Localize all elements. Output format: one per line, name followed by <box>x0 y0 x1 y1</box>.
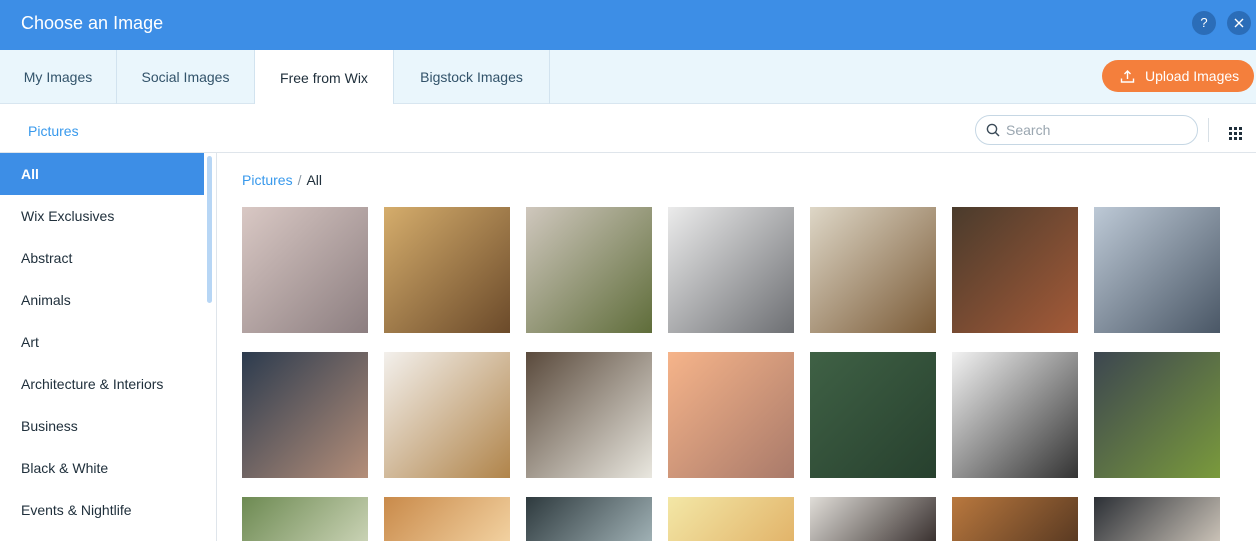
image-thumbnail-wood-logs[interactable] <box>952 497 1078 541</box>
image-thumbnail-window-view[interactable] <box>526 497 652 541</box>
upload-images-button[interactable]: Upload Images <box>1102 60 1254 92</box>
image-thumbnail-field-notes-map[interactable] <box>810 207 936 333</box>
breadcrumb-pictures-link[interactable]: Pictures <box>242 172 293 188</box>
image-thumbnail-pink-petals[interactable] <box>668 352 794 478</box>
sidebar-item-all[interactable]: All <box>0 153 204 195</box>
category-sidebar: All Wix Exclusives Abstract Animals Art … <box>0 153 217 541</box>
tab-bigstock-images[interactable]: Bigstock Images <box>394 50 550 104</box>
image-thumbnail-paint-bottles[interactable] <box>668 207 794 333</box>
image-thumbnail-people-office[interactable] <box>810 497 936 541</box>
sidebar-scrollbar[interactable] <box>207 156 212 303</box>
image-thumbnail-tea-leaves[interactable] <box>1094 352 1220 478</box>
sidebar-item-events-nightlife[interactable]: Events & Nightlife <box>0 489 204 531</box>
image-thumbnail-cooking-eggs-asparagus[interactable] <box>526 207 652 333</box>
dialog-title: Choose an Image <box>21 13 164 33</box>
breadcrumb-separator: / <box>297 172 302 188</box>
image-thumbnail-friends-bokeh[interactable] <box>384 497 510 541</box>
image-thumbnail-city-lights[interactable] <box>1094 497 1220 541</box>
image-thumbnail-granola-blueberries[interactable] <box>384 352 510 478</box>
pictures-section-link[interactable]: Pictures <box>28 123 79 139</box>
image-thumbnail-yellow-room[interactable] <box>668 497 794 541</box>
search-box[interactable] <box>975 115 1198 145</box>
sidebar-item-animals[interactable]: Animals <box>0 279 204 321</box>
image-thumbnail-flowers-on-wood[interactable] <box>526 352 652 478</box>
image-thumbnail-clasped-hands[interactable] <box>242 352 368 478</box>
tab-my-images[interactable]: My Images <box>0 50 117 104</box>
tab-social-images[interactable]: Social Images <box>117 50 255 104</box>
help-icon: ? <box>1200 15 1208 30</box>
upload-icon <box>1120 69 1135 83</box>
source-tabs: My Images Social Images Free from Wix Bi… <box>0 50 1256 105</box>
image-thumbnail-hand-writing-charts[interactable] <box>1094 207 1220 333</box>
image-thumbnail-vintage-camera[interactable] <box>952 207 1078 333</box>
sidebar-item-black-white[interactable]: Black & White <box>0 447 204 489</box>
tab-free-from-wix[interactable]: Free from Wix <box>255 50 394 105</box>
help-button[interactable]: ? <box>1192 11 1216 35</box>
breadcrumb: Pictures / All <box>242 172 322 188</box>
sidebar-item-wix-exclusives[interactable]: Wix Exclusives <box>0 195 204 237</box>
sidebar-item-business[interactable]: Business <box>0 405 204 447</box>
sidebar-item-abstract[interactable]: Abstract <box>0 237 204 279</box>
toolbar-divider <box>1208 118 1209 142</box>
close-icon <box>1234 18 1244 28</box>
image-thumbnail-forest-aerial[interactable] <box>810 352 936 478</box>
breadcrumb-current: All <box>306 172 323 188</box>
sidebar-item-art[interactable]: Art <box>0 321 204 363</box>
upload-images-label: Upload Images <box>1145 68 1240 84</box>
sidebar-item-architecture-interiors[interactable]: Architecture & Interiors <box>0 363 204 405</box>
image-thumbnail-laptop-keyboard-hands[interactable] <box>242 207 368 333</box>
close-button[interactable] <box>1227 11 1251 35</box>
search-input[interactable] <box>1006 122 1176 138</box>
image-thumbnail-typography-g[interactable] <box>952 352 1078 478</box>
image-thumbnail-park-trees[interactable] <box>242 497 368 541</box>
search-icon <box>986 123 1000 137</box>
toolbar: Pictures <box>0 104 1256 153</box>
image-thumbnail-books-on-shelf[interactable] <box>384 207 510 333</box>
grid-view-icon[interactable] <box>1229 127 1242 140</box>
dialog-header: Choose an Image ? <box>0 0 1256 50</box>
